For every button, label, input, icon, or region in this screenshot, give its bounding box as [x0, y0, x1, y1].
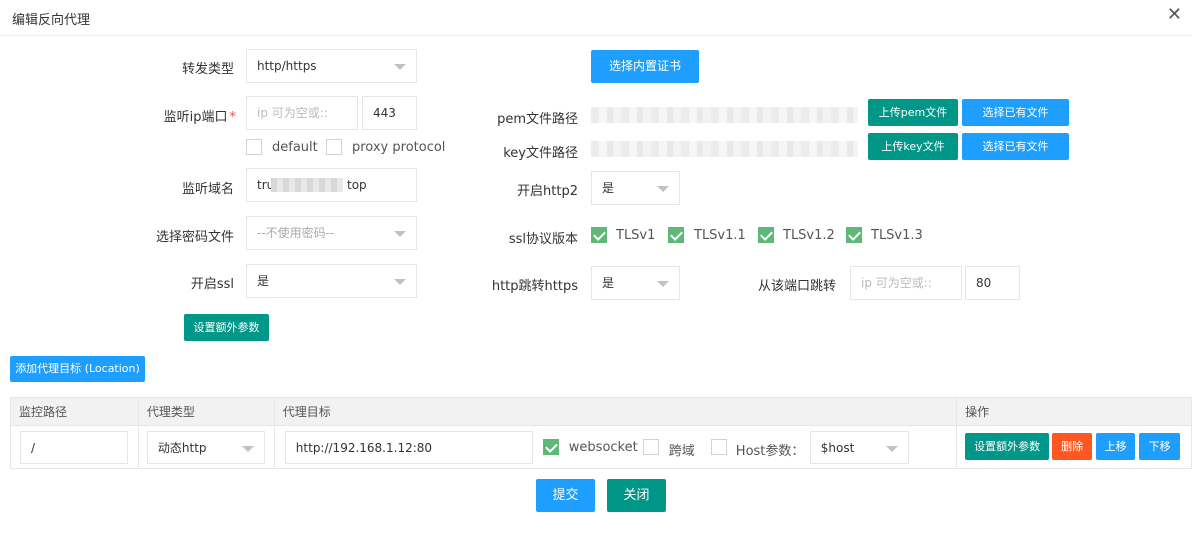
redirect-port-label: 从该端口跳转 — [757, 279, 836, 294]
column-header: 代理目标 — [273, 397, 958, 426]
chevron-down-icon — [657, 281, 669, 287]
http-redirect-label: http跳转https — [491, 279, 578, 294]
listen-label: 监听ip端口 * — [130, 106, 236, 125]
target-cell: http://192.168.1.12:80 websocket 跨域 Host… — [273, 425, 958, 469]
proxy-target-input[interactable]: http://192.168.1.12:80 — [284, 431, 533, 464]
proxy-protocol-checkbox[interactable] — [326, 139, 342, 155]
websocket-checkbox[interactable] — [542, 439, 559, 455]
add-location-button[interactable]: 添加代理目标 (Location) — [10, 356, 145, 382]
forward-type-select[interactable]: http/https — [246, 49, 417, 83]
host-param-value: $host — [820, 441, 855, 455]
type-cell: 动态http — [137, 425, 275, 469]
move-down-button[interactable]: 下移 — [1139, 433, 1181, 460]
close-icon[interactable]: ✕ — [1167, 5, 1182, 25]
host-param-select[interactable]: $host — [809, 431, 909, 464]
cors-checkbox[interactable] — [642, 439, 659, 455]
chevron-down-icon — [657, 186, 669, 192]
builtin-cert-button[interactable]: 选择内置证书 — [591, 50, 699, 83]
password-file-value: --不使用密码-- — [257, 226, 335, 240]
column-header: 操作 — [956, 397, 1192, 426]
tlsv1-3-label: TLSv1.3 — [871, 228, 923, 243]
delete-button[interactable]: 删除 — [1052, 433, 1093, 460]
path-cell: / — [10, 425, 139, 469]
password-file-label: 选择密码文件 — [155, 230, 234, 245]
required-mark: * — [229, 110, 237, 125]
redirect-ip-input[interactable]: ip 可为空或:: — [850, 266, 962, 300]
pem-path-label: pem文件路径 — [497, 112, 578, 127]
move-up-button[interactable]: 上移 — [1096, 433, 1136, 460]
domain-input[interactable]: tru top — [246, 168, 417, 202]
domain-label: 监听域名 — [181, 182, 234, 197]
table-row: / 动态http http://192.168.1.12:80 websocke… — [10, 425, 1192, 469]
forward-type-label: 转发类型 — [181, 62, 234, 77]
redirect-port-input[interactable]: 80 — [965, 266, 1020, 300]
chevron-down-icon — [885, 446, 898, 452]
proxy-protocol-label: proxy protocol — [352, 140, 446, 155]
pem-path-value — [591, 107, 858, 123]
choose-key-button[interactable]: 选择已有文件 — [962, 133, 1069, 160]
http2-label: 开启http2 — [517, 184, 578, 199]
path-input[interactable]: / — [20, 431, 128, 464]
submit-button[interactable]: 提交 — [536, 479, 595, 512]
http2-value: 是 — [602, 181, 615, 195]
redacted-text — [271, 178, 343, 192]
column-header: 代理类型 — [137, 397, 275, 426]
actions-cell: 设置额外参数 删除 上移 下移 — [956, 425, 1192, 469]
tlsv1-1-checkbox[interactable] — [668, 227, 684, 243]
upload-key-button[interactable]: 上传key文件 — [868, 133, 958, 160]
close-button[interactable]: 关闭 — [607, 479, 666, 512]
tlsv1-label: TLSv1 — [616, 228, 656, 243]
table-header-row: 监控路径 代理类型 代理目标 操作 — [10, 397, 1192, 426]
dialog-title: 编辑反向代理 — [12, 13, 91, 28]
tlsv1-2-checkbox[interactable] — [758, 227, 774, 243]
http-redirect-value: 是 — [602, 276, 615, 290]
listen-ip-input[interactable]: ip 可为空或:: — [246, 96, 358, 130]
domain-value-end: top — [347, 178, 367, 192]
proxy-type-value: 动态http — [157, 441, 207, 455]
ssl-select[interactable]: 是 — [246, 264, 417, 298]
ssl-value: 是 — [257, 274, 270, 288]
location-table: 监控路径 代理类型 代理目标 操作 / 动态http http://192.16… — [10, 397, 1192, 469]
cors-label: 跨域 — [668, 444, 695, 459]
default-checkbox-label: default — [272, 140, 318, 155]
http2-select[interactable]: 是 — [591, 171, 680, 205]
chevron-down-icon — [241, 446, 254, 452]
host-param-label: Host参数： — [735, 444, 805, 459]
row-extra-params-button[interactable]: 设置额外参数 — [965, 433, 1050, 460]
tlsv1-checkbox[interactable] — [591, 227, 607, 243]
forward-type-value: http/https — [257, 59, 317, 73]
chevron-down-icon — [394, 64, 406, 70]
chevron-down-icon — [394, 231, 406, 237]
tlsv1-2-label: TLSv1.2 — [783, 228, 835, 243]
dialog-header: 编辑反向代理 ✕ — [0, 0, 1192, 36]
key-path-label: key文件路径 — [503, 146, 578, 161]
upload-pem-button[interactable]: 上传pem文件 — [868, 99, 958, 126]
key-path-value — [591, 141, 858, 157]
websocket-label: websocket — [568, 440, 638, 455]
choose-pem-button[interactable]: 选择已有文件 — [962, 99, 1069, 126]
ssl-label: 开启ssl — [190, 277, 234, 292]
tlsv1-1-label: TLSv1.1 — [694, 228, 746, 243]
listen-port-input[interactable]: 443 — [362, 96, 417, 130]
proxy-type-select[interactable]: 动态http — [146, 431, 265, 464]
default-checkbox[interactable] — [246, 139, 262, 155]
password-file-select[interactable]: --不使用密码-- — [246, 216, 417, 250]
extra-params-button[interactable]: 设置额外参数 — [184, 314, 269, 341]
http-redirect-select[interactable]: 是 — [591, 266, 680, 300]
column-header: 监控路径 — [10, 397, 139, 426]
tlsv1-3-checkbox[interactable] — [846, 227, 862, 243]
listen-label-text: 监听ip端口 — [163, 110, 228, 125]
ssl-protocols-label: ssl协议版本 — [508, 232, 578, 247]
host-param-checkbox[interactable] — [710, 439, 727, 455]
chevron-down-icon — [394, 279, 406, 285]
